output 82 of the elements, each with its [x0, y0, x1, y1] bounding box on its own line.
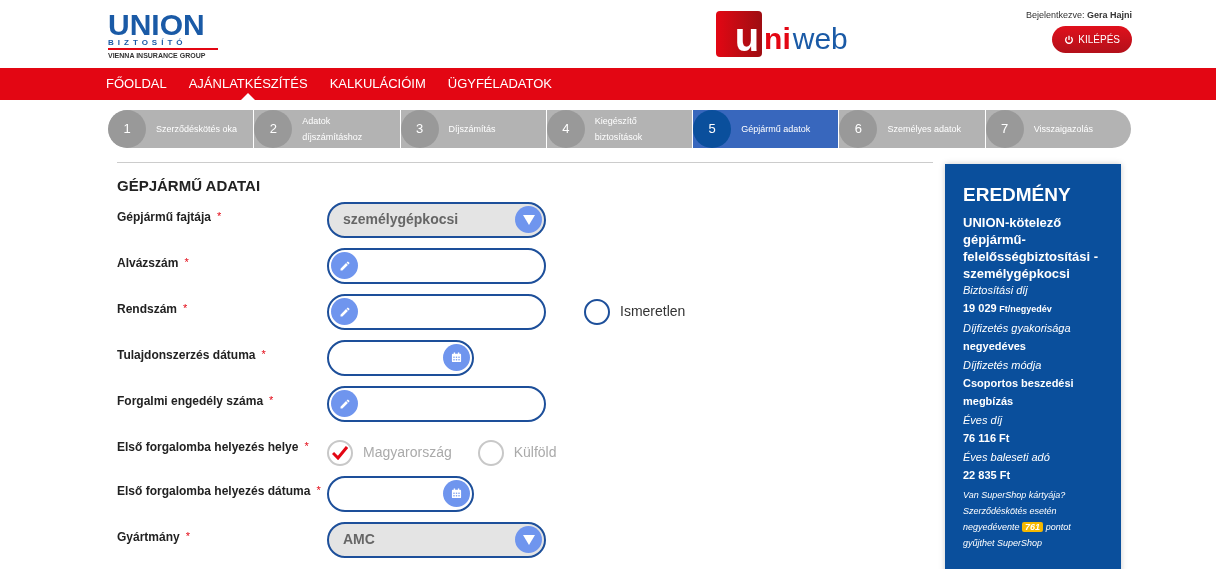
checkmark-icon — [332, 445, 348, 460]
step-tab[interactable]: 7 Visszaigazolás — [985, 110, 1131, 148]
step-label: Visszaigazolás — [1033, 123, 1094, 136]
nav-link[interactable]: AJÁNLATKÉSZÍTÉS — [188, 68, 308, 100]
required-mark: * — [269, 392, 274, 408]
step-tab[interactable]: 6 Személyes adatok — [839, 110, 986, 148]
step-label: Díjszámítás — [448, 123, 496, 136]
logo-subtitle: BIZTOSÍTÓ — [108, 37, 218, 50]
text-field[interactable] — [327, 293, 546, 330]
step-tab[interactable]: 4 Kiegészítő biztosítások — [546, 110, 694, 148]
date-field[interactable] — [327, 475, 474, 512]
field-label: Rendszám — [117, 300, 178, 318]
logo-mark: u — [716, 11, 763, 57]
nav-link[interactable]: FŐOLDAL — [106, 68, 167, 100]
required-mark: * — [184, 254, 189, 270]
calendar-icon — [451, 488, 462, 499]
pencil-icon — [338, 259, 351, 272]
step-number: 4 — [546, 110, 585, 148]
step-number: 1 — [108, 110, 146, 148]
caret-icon — [522, 534, 535, 545]
step-number: 5 — [693, 110, 732, 148]
date-field[interactable] — [327, 339, 474, 376]
caret-icon — [522, 214, 535, 225]
step-tab[interactable]: 5 Gépjármű adatok — [693, 110, 840, 148]
step-number: 6 — [839, 110, 878, 148]
field-label: Első forgalomba helyezés helye — [117, 438, 299, 456]
required-mark: * — [304, 438, 309, 454]
select-field[interactable]: AMC — [327, 521, 546, 558]
step-number: 3 — [400, 110, 439, 148]
text-field[interactable] — [327, 247, 546, 284]
field-label: Első forgalomba helyezés dátuma — [117, 482, 311, 500]
result-value: 76 116 Ft — [963, 431, 1011, 446]
result-value: 19 029 Ft/negyedév — [963, 301, 1053, 316]
power-icon — [1064, 34, 1075, 45]
pencil-icon — [338, 397, 351, 410]
result-title: EREDMÉNY — [963, 183, 1072, 207]
field-label: Alvázszám — [117, 254, 179, 272]
step-label: Szerződéskötés oka — [156, 123, 238, 136]
field-label: Forgalmi engedély száma — [117, 392, 264, 410]
radio-label: Magyarország — [363, 443, 452, 462]
logout-button[interactable]: KILÉPÉS — [1052, 26, 1132, 54]
step-number: 7 — [985, 110, 1024, 148]
product-name: UNION-kötelező gépjármű-felelősségbiztosítási - személygépkocsi — [963, 214, 1100, 282]
section-title: GÉPJÁRMŰ ADATAI — [117, 176, 262, 196]
logo-text: web — [792, 21, 848, 57]
result-label: Díjfizetés gyakorisága — [963, 321, 1072, 336]
step-label: Személyes adatok — [887, 123, 961, 136]
result-value: Csoportos beszedési megbízás — [963, 376, 1075, 409]
result-label: Díjfizetés módja — [963, 358, 1043, 373]
step-tab[interactable]: 2 Adatok díjszámításhoz — [254, 110, 401, 148]
field-label: Gyártmány — [117, 528, 180, 546]
required-mark: * — [183, 300, 188, 316]
step-label: Adatok díjszámításhoz — [302, 115, 364, 144]
step-number: 2 — [254, 110, 293, 148]
promo-text: Van SuperShop kártyája? Szerződéskötés esetén negyedévente 761 pontot gyűjthet SuperShop — [963, 489, 1072, 550]
required-mark: * — [217, 208, 222, 224]
result-value: 22 835 Ft — [963, 468, 1012, 483]
result-label: Biztosítási díj — [963, 283, 1029, 298]
text-field[interactable] — [327, 385, 546, 422]
result-label: Éves díj — [963, 413, 1004, 428]
radio-button[interactable] — [584, 298, 610, 325]
radio-label: Külföld — [513, 443, 557, 462]
login-status: Bejelentkezve: Gera Hajni — [1025, 8, 1132, 22]
pencil-icon — [338, 305, 351, 318]
logo-brand: UNION — [108, 11, 206, 38]
step-tab[interactable]: 3 Díjszámítás — [400, 110, 547, 148]
field-label: Tulajdonszerzés dátuma — [117, 346, 256, 364]
step-label: Kiegészítő biztosítások — [594, 115, 644, 144]
result-value: negyedéves — [963, 339, 1027, 354]
select-field[interactable]: személygépkocsi — [327, 201, 546, 238]
step-tab[interactable]: 1 Szerződéskötés oka — [108, 110, 255, 148]
result-label: Éves baleseti adó — [963, 450, 1051, 465]
required-mark: * — [316, 482, 321, 498]
radio-label: Ismeretlen — [620, 302, 686, 321]
nav-link[interactable]: ÜGYFÉLADATOK — [447, 68, 553, 100]
calendar-icon — [451, 352, 462, 363]
required-mark: * — [261, 346, 266, 362]
required-mark: * — [185, 528, 190, 544]
nav-link[interactable]: KALKULÁCIÓIM — [329, 68, 426, 100]
step-label: Gépjármű adatok — [741, 123, 811, 136]
logo-text: ni — [764, 21, 791, 57]
field-label: Gépjármű fajtája — [117, 208, 212, 226]
